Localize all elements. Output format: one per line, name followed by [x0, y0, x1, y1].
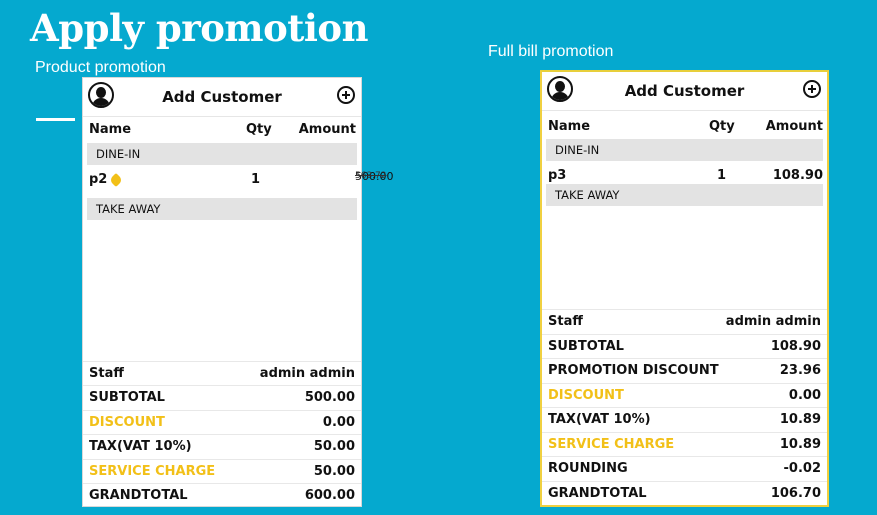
staff-row: Staff admin admin	[83, 361, 361, 386]
tax-value: 10.89	[779, 412, 821, 427]
subtotal-value: 500.00	[304, 390, 355, 405]
item-name: p2	[89, 172, 108, 187]
discount-value: 0.00	[788, 388, 821, 403]
column-headers: Name Qty Amount	[83, 122, 361, 140]
grandtotal-row: GRANDTOTAL 106.70	[542, 481, 827, 506]
staff-value: admin admin	[259, 366, 355, 381]
column-amount: Amount	[765, 119, 823, 134]
add-customer-button[interactable]: Add Customer	[542, 82, 827, 100]
divider-dash	[36, 118, 75, 121]
item-original-amount: 563.72	[355, 171, 387, 181]
discount-label[interactable]: DISCOUNT	[548, 388, 624, 403]
rounding-label: ROUNDING	[548, 461, 628, 476]
grandtotal-value: 106.70	[770, 486, 821, 501]
service-charge-value: 10.89	[779, 437, 821, 452]
item-qty: 1	[717, 168, 727, 183]
discount-row[interactable]: DISCOUNT 0.00	[542, 383, 827, 408]
column-qty: Qty	[709, 119, 735, 134]
promotion-discount-label: PROMOTION DISCOUNT	[548, 363, 719, 378]
rounding-value: -0.02	[783, 461, 821, 476]
item-name: p3	[548, 168, 567, 183]
service-charge-label[interactable]: SERVICE CHARGE	[548, 437, 674, 452]
bill-header: Add Customer	[83, 78, 361, 117]
service-charge-row[interactable]: SERVICE CHARGE 50.00	[83, 459, 361, 484]
add-customer-button[interactable]: Add Customer	[83, 88, 361, 106]
service-charge-row[interactable]: SERVICE CHARGE 10.89	[542, 432, 827, 457]
staff-label: Staff	[89, 366, 124, 381]
tax-label: TAX(VAT 10%)	[89, 439, 192, 454]
subtotal-row: SUBTOTAL 500.00	[83, 385, 361, 410]
item-amount: 108.90	[772, 168, 823, 183]
discount-label[interactable]: DISCOUNT	[89, 415, 165, 430]
section-dine-in: DINE-IN	[546, 139, 823, 161]
order-item-row[interactable]: p2 1 500.00 563.72	[83, 170, 394, 198]
tax-label: TAX(VAT 10%)	[548, 412, 651, 427]
section-take-away: TAKE AWAY	[546, 184, 823, 206]
column-name: Name	[548, 119, 591, 134]
tax-row: TAX(VAT 10%) 50.00	[83, 434, 361, 459]
staff-value: admin admin	[725, 314, 821, 329]
subtotal-label: SUBTOTAL	[89, 390, 165, 405]
tax-row: TAX(VAT 10%) 10.89	[542, 407, 827, 432]
grandtotal-row: GRANDTOTAL 600.00	[83, 483, 361, 508]
discount-row[interactable]: DISCOUNT 0.00	[83, 410, 361, 435]
page-title: Apply promotion	[30, 6, 368, 50]
column-headers: Name Qty Amount	[542, 119, 827, 137]
staff-row: Staff admin admin	[542, 309, 827, 334]
subtotal-label: SUBTOTAL	[548, 339, 624, 354]
item-qty: 1	[251, 172, 261, 187]
subtotal-row: SUBTOTAL 108.90	[542, 334, 827, 359]
subtotal-value: 108.90	[770, 339, 821, 354]
grandtotal-label: GRANDTOTAL	[89, 488, 188, 503]
bill-header: Add Customer	[542, 72, 827, 111]
plus-circle-icon[interactable]	[803, 80, 821, 98]
plus-circle-icon[interactable]	[337, 86, 355, 104]
full-bill-promotion-label: Full bill promotion	[488, 43, 614, 60]
product-promotion-label: Product promotion	[35, 59, 166, 76]
price-tag-icon	[108, 172, 124, 188]
grandtotal-label: GRANDTOTAL	[548, 486, 647, 501]
promotion-discount-row: PROMOTION DISCOUNT 23.96	[542, 358, 827, 383]
section-dine-in: DINE-IN	[87, 143, 357, 165]
column-name: Name	[89, 122, 132, 137]
product-promotion-bill-panel: Add Customer Name Qty Amount DINE-IN p2 …	[82, 77, 394, 508]
rounding-row: ROUNDING -0.02	[542, 456, 827, 481]
grandtotal-value: 600.00	[304, 488, 355, 503]
service-charge-value: 50.00	[313, 464, 355, 479]
service-charge-label[interactable]: SERVICE CHARGE	[89, 464, 215, 479]
column-amount: Amount	[298, 122, 356, 137]
column-qty: Qty	[246, 122, 272, 137]
section-take-away: TAKE AWAY	[87, 198, 357, 220]
promotion-discount-value: 23.96	[779, 363, 821, 378]
discount-value: 0.00	[322, 415, 355, 430]
staff-label: Staff	[548, 314, 583, 329]
tax-value: 50.00	[313, 439, 355, 454]
full-bill-promotion-panel: Add Customer Name Qty Amount DINE-IN p3 …	[540, 70, 829, 507]
